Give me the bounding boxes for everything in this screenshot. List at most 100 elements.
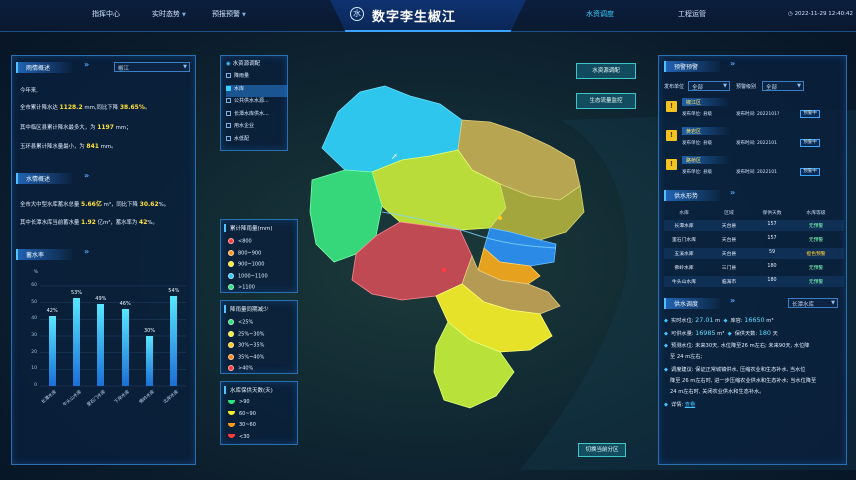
warning-header: 预警预警 — [664, 61, 720, 72]
water-overview-header: 水情概述 — [16, 173, 72, 184]
table-cell: 无预警 — [808, 266, 824, 271]
layer-item[interactable]: 用水企业 — [226, 122, 288, 134]
warning-title[interactable]: 黄岩区 — [682, 127, 730, 135]
chart-bar[interactable] — [48, 316, 56, 386]
chart-bar[interactable] — [73, 297, 80, 386]
table-cell: 天台县 — [721, 252, 737, 257]
legend-swatch-icon — [228, 330, 234, 337]
reservoir-marker[interactable] — [498, 216, 502, 220]
water-dispatch-button[interactable]: 水资源调配 — [576, 63, 636, 79]
table-cell: 牛头山水库 — [672, 280, 696, 285]
rain-legend-title: 累计降雨量(mm) — [224, 224, 273, 232]
legend-item: 30~60 — [228, 422, 256, 428]
table-cell: 59 — [768, 250, 776, 255]
table-header: 水库等级 — [806, 211, 826, 216]
table-cell: 157 — [767, 236, 777, 241]
table-header: 区域 — [724, 211, 734, 216]
warning-title[interactable]: 椒江区 — [682, 98, 730, 106]
layer-item[interactable]: 水库 — [226, 84, 288, 97]
dispatch-level-line: ◆ 实时水位: 27.01 m ◆ 库容: 16650 m³ — [664, 316, 774, 324]
legend-label: 900~1000 — [238, 261, 265, 268]
legend-swatch-icon — [228, 434, 235, 438]
supply-situation-header: 供水形势 — [664, 190, 720, 201]
chart-bar[interactable] — [97, 304, 105, 386]
checkbox-icon[interactable] — [226, 123, 231, 128]
unit-label: 发布单位 — [664, 84, 685, 90]
legend-label: 30~60 — [239, 422, 256, 428]
dispatch-advice-line-3: 24 m左右时, 关闭农业供水和生态补水。 — [670, 389, 765, 395]
switch-zone-button[interactable]: 切换当前分区 — [578, 443, 626, 457]
checkbox-icon[interactable] — [226, 98, 231, 103]
layer-item[interactable]: 长潭水库供水... — [226, 110, 288, 122]
layer-item[interactable]: 公共供水水源... — [226, 97, 288, 109]
reservoir-select[interactable]: 长潭水库 ▼ — [788, 298, 838, 308]
rain-line-total: 全市累计降水达 1128.2 mm,同比下降 38.65%。 — [20, 104, 151, 111]
warning-publisher: 发布单位: 县级 — [682, 170, 712, 175]
warning-time: 发布时间: 2022101 — [736, 170, 777, 175]
checkbox-icon[interactable] — [226, 110, 231, 116]
chart-data-label: 53% — [70, 289, 83, 296]
dispatch-forecast-line-1: ◆ 预测水位: 未来30天, 水位降至26 m左右; 未来90天, 水位降 — [664, 343, 810, 349]
level-select[interactable]: 全部 ▼ — [762, 81, 804, 91]
layer-label: 用水企业 — [234, 123, 255, 129]
legend-item: 900~1000 — [228, 261, 264, 268]
warning-status-button[interactable]: 预警中 — [800, 139, 820, 147]
warning-title[interactable]: 路桥区 — [682, 156, 730, 164]
chart-y-tick-label: 30 — [31, 333, 37, 338]
legend-item: 60~90 — [228, 411, 256, 417]
legend-item: <25% — [228, 319, 253, 326]
layer-label: 水低配 — [234, 135, 250, 142]
legend-swatch-icon — [228, 284, 234, 290]
reservoir-marker[interactable] — [441, 267, 447, 273]
layer-label: 降雨量 — [234, 73, 250, 79]
warning-icon: ! — [666, 130, 677, 141]
legend-label: <30 — [239, 433, 250, 440]
chevron-right-icon: » — [84, 171, 89, 180]
warning-time: 发布时间: 2022101? — [736, 112, 780, 117]
supply-legend-title: 水库保供天数(天) — [224, 386, 273, 394]
warning-icon: ! — [666, 159, 677, 170]
checkbox-icon[interactable] — [226, 73, 231, 78]
reservoir-chart-header: 蓄水率 — [16, 249, 72, 260]
legend-item: >40% — [228, 365, 253, 372]
legend-swatch-icon — [228, 411, 235, 415]
checkbox-icon[interactable] — [226, 135, 231, 141]
legend-swatch-icon — [228, 319, 234, 325]
checkbox-icon[interactable] — [226, 85, 231, 91]
rain-overview-header: 雨情概述 — [16, 62, 72, 73]
warning-status-button[interactable]: 预警中 — [800, 110, 820, 118]
table-cell: 里石门水库 — [672, 238, 696, 243]
layer-item[interactable]: 降雨量 — [226, 72, 288, 84]
legend-label: 800~900 — [238, 250, 262, 256]
chart-bar[interactable] — [121, 309, 129, 386]
chart-bar[interactable] — [146, 336, 153, 386]
table-header: 保供天数 — [762, 211, 782, 216]
legend-item: 30%~35% — [228, 342, 264, 349]
chart-y-tick-label: 50 — [31, 299, 37, 305]
eco-flow-monitor-button[interactable]: 生态流量监控 — [576, 93, 636, 109]
chart-bar[interactable] — [170, 296, 178, 386]
chevron-right-icon: » — [730, 59, 735, 68]
region-select[interactable]: 椒江 ▼ — [114, 62, 190, 72]
level-label: 预警级别 — [736, 84, 757, 90]
table-cell: 无预警 — [808, 224, 824, 229]
detail-link[interactable]: 查看 — [685, 402, 695, 408]
dispatch-detail-line: ◆ 详情: 查看 — [664, 402, 696, 408]
table-header: 水库 — [679, 211, 689, 216]
table-cell: 临海市 — [721, 280, 737, 285]
legend-swatch-icon — [228, 342, 234, 348]
rain-line-max: 其中临区县累计降水最多大，为 1197 mm； — [20, 124, 132, 131]
legend-swatch-icon — [228, 353, 234, 360]
legend-label: >90 — [239, 399, 250, 405]
chart-data-label: 42% — [46, 308, 58, 314]
legend-label: <800 — [238, 238, 252, 245]
table-cell: 天台县 — [721, 224, 737, 229]
warning-icon: ! — [666, 101, 677, 112]
layer-item[interactable]: 水低配 — [226, 135, 288, 147]
warning-status-button[interactable]: 预警中 — [800, 168, 820, 176]
table-cell: 无预警 — [808, 238, 824, 243]
chevron-down-icon: ▼ — [183, 64, 187, 70]
warning-publisher: 发布单位: 县级 — [682, 141, 712, 146]
unit-select[interactable]: 全部 ▼ — [688, 81, 730, 91]
dispatch-forecast-line-2: 至 24 m左右; — [670, 354, 703, 360]
